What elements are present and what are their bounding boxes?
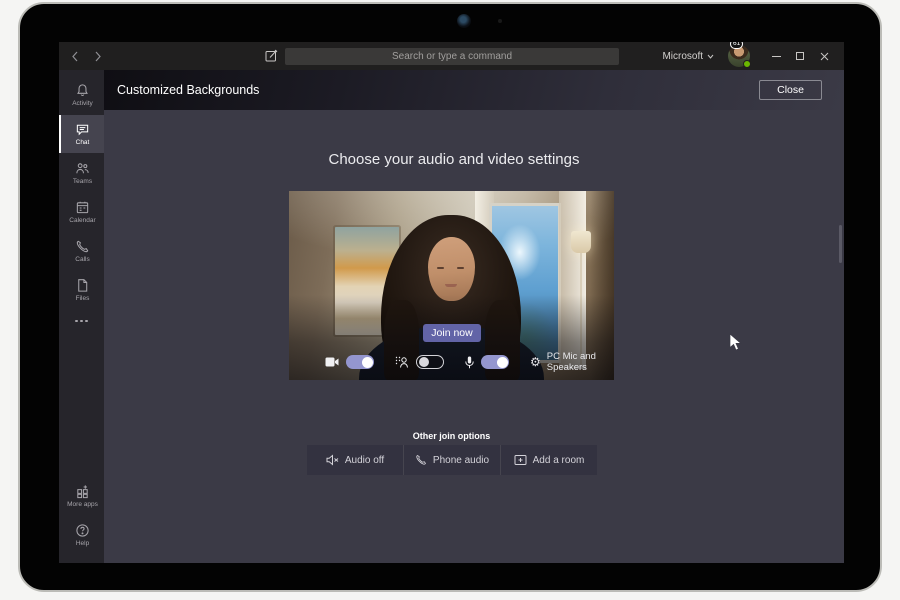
other-join-options-label: Other join options (289, 431, 614, 441)
new-chat-button[interactable] (265, 49, 278, 62)
tenant-switcher[interactable]: Microsoft (662, 51, 714, 62)
audio-device-label: PC Mic and Speakers (547, 351, 614, 373)
sidebar-item-teams[interactable]: Teams (59, 154, 104, 192)
chevron-right-icon (94, 51, 102, 62)
close-icon (820, 52, 829, 61)
audio-off-button[interactable]: Audio off (307, 445, 403, 475)
profile-menu[interactable]: 61 (728, 45, 750, 67)
compose-icon (265, 49, 278, 62)
tablet-device: Microsoft 61 (18, 2, 882, 592)
teams-icon (75, 161, 90, 176)
presence-indicator (743, 60, 751, 68)
prejoin-heading: Choose your audio and video settings (254, 151, 654, 168)
add-room-button[interactable]: Add a room (500, 445, 597, 475)
microphone-icon (465, 356, 474, 369)
camera-icon (325, 357, 339, 367)
sidebar-item-label: Calendar (69, 217, 95, 224)
back-button[interactable] (68, 50, 81, 63)
sidebar-item-label: Calls (75, 256, 89, 263)
sidebar-item-label: Activity (72, 100, 93, 107)
search-input[interactable] (285, 48, 619, 65)
maximize-button[interactable] (788, 42, 812, 70)
sidebar-item-help[interactable]: Help (59, 516, 104, 554)
minimize-button[interactable] (764, 42, 788, 70)
sidebar-item-label: Chat (76, 139, 90, 146)
titlebar: Microsoft 61 (59, 42, 844, 70)
mic-toggle[interactable] (481, 355, 509, 369)
sidebar-item-label: Files (76, 295, 90, 302)
sidebar-item-label: Help (76, 540, 89, 547)
minimize-icon (772, 56, 781, 57)
phone-audio-button[interactable]: Phone audio (403, 445, 500, 475)
close-button[interactable]: Close (759, 80, 822, 100)
other-join-options-bar: Audio off Phone audio Add a room (307, 445, 597, 475)
device-camera (457, 14, 471, 28)
option-label: Phone audio (433, 455, 489, 466)
add-room-icon (514, 454, 527, 466)
background-effects-icon (395, 356, 409, 368)
join-now-button[interactable]: Join now (423, 324, 481, 342)
device-settings[interactable]: ⚙ PC Mic and Speakers (530, 351, 614, 373)
maximize-icon (796, 52, 804, 60)
device-sensor (498, 19, 502, 23)
background-blur-toggle[interactable] (416, 355, 444, 369)
apps-icon (75, 484, 90, 499)
calendar-icon (75, 200, 90, 215)
phone-audio-icon (415, 454, 427, 466)
sidebar-item-files[interactable]: Files (59, 271, 104, 309)
panel-title: Customized Backgrounds (117, 83, 259, 97)
chevron-left-icon (71, 51, 79, 62)
sidebar-item-more-apps[interactable]: More apps (59, 477, 104, 515)
forward-button[interactable] (91, 50, 104, 63)
sidebar-item-label: Teams (73, 178, 92, 185)
mouse-cursor (729, 333, 742, 352)
sidebar-item-chat[interactable]: Chat (59, 115, 104, 153)
close-window-button[interactable] (812, 42, 836, 70)
sidebar-item-label: More apps (67, 501, 98, 508)
help-icon (75, 523, 90, 538)
cursor-arrow-icon (729, 333, 742, 352)
files-icon (75, 278, 90, 293)
av-controls: ⚙ PC Mic and Speakers (289, 351, 614, 373)
app-bar: Activity Chat Teams (59, 70, 104, 563)
meeting-prejoin-panel: Customized Backgrounds Close Choose your… (104, 70, 844, 563)
sidebar-item-calls[interactable]: Calls (59, 232, 104, 270)
sidebar-item-calendar[interactable]: Calendar (59, 193, 104, 231)
gear-icon: ⚙ (530, 356, 541, 368)
teams-app-window: Microsoft 61 (59, 42, 844, 563)
more-options-button[interactable] (59, 310, 104, 332)
camera-toggle[interactable] (346, 355, 374, 369)
bell-icon (75, 83, 90, 98)
chevron-down-icon (707, 54, 714, 59)
tenant-name: Microsoft (662, 51, 703, 62)
calls-icon (75, 239, 90, 254)
sidebar-item-activity[interactable]: Activity (59, 76, 104, 114)
scrollbar-thumb[interactable] (839, 225, 842, 263)
chat-icon (75, 122, 90, 137)
option-label: Add a room (533, 455, 585, 466)
option-label: Audio off (345, 455, 384, 466)
audio-off-icon (326, 454, 339, 466)
ellipsis-icon (75, 320, 78, 323)
video-preview: Join now (289, 191, 614, 380)
panel-header: Customized Backgrounds (104, 70, 844, 110)
